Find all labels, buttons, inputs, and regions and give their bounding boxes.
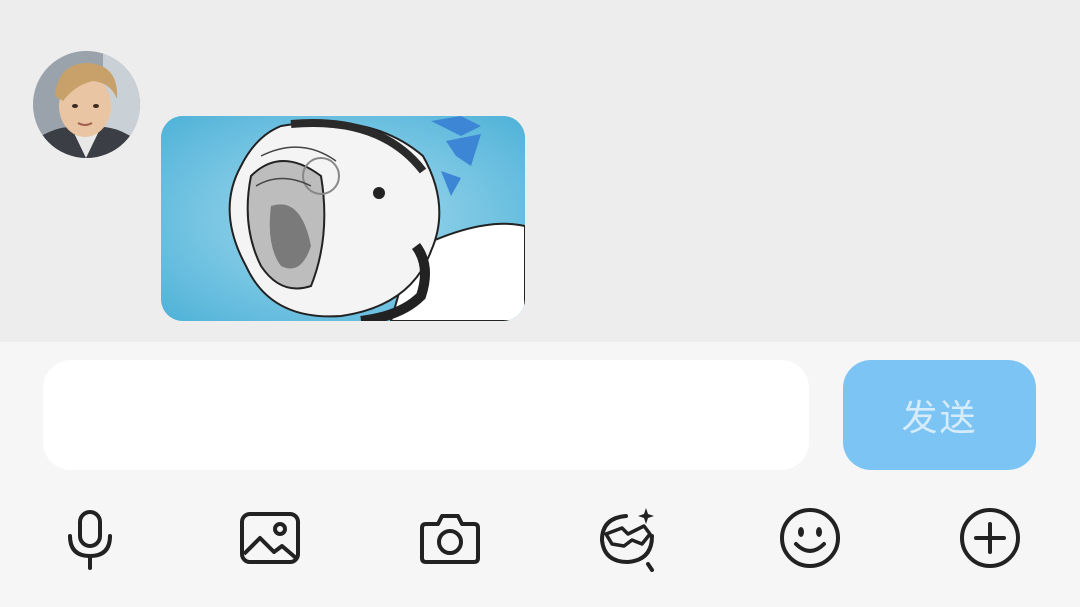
composer-toolbar [0,490,1080,585]
image-icon [240,511,300,564]
plus-icon [960,507,1020,568]
avatar-photo [33,51,140,158]
camera-icon [420,513,480,564]
more-button[interactable] [945,490,1035,585]
emoji-icon [780,507,840,568]
contact-avatar[interactable] [33,51,140,158]
sticker-message[interactable] [161,116,525,321]
image-button[interactable] [225,490,315,585]
microphone-icon [68,509,112,570]
chat-area [0,0,1080,342]
send-button[interactable]: 发送 [843,360,1036,470]
sticker-button[interactable] [583,490,673,585]
message-input[interactable] [43,360,809,470]
camera-button[interactable] [405,490,495,585]
anime-character-sticker [161,116,525,321]
microphone-button[interactable] [45,490,135,585]
emoji-button[interactable] [765,490,855,585]
sticker-face-icon [599,507,654,572]
